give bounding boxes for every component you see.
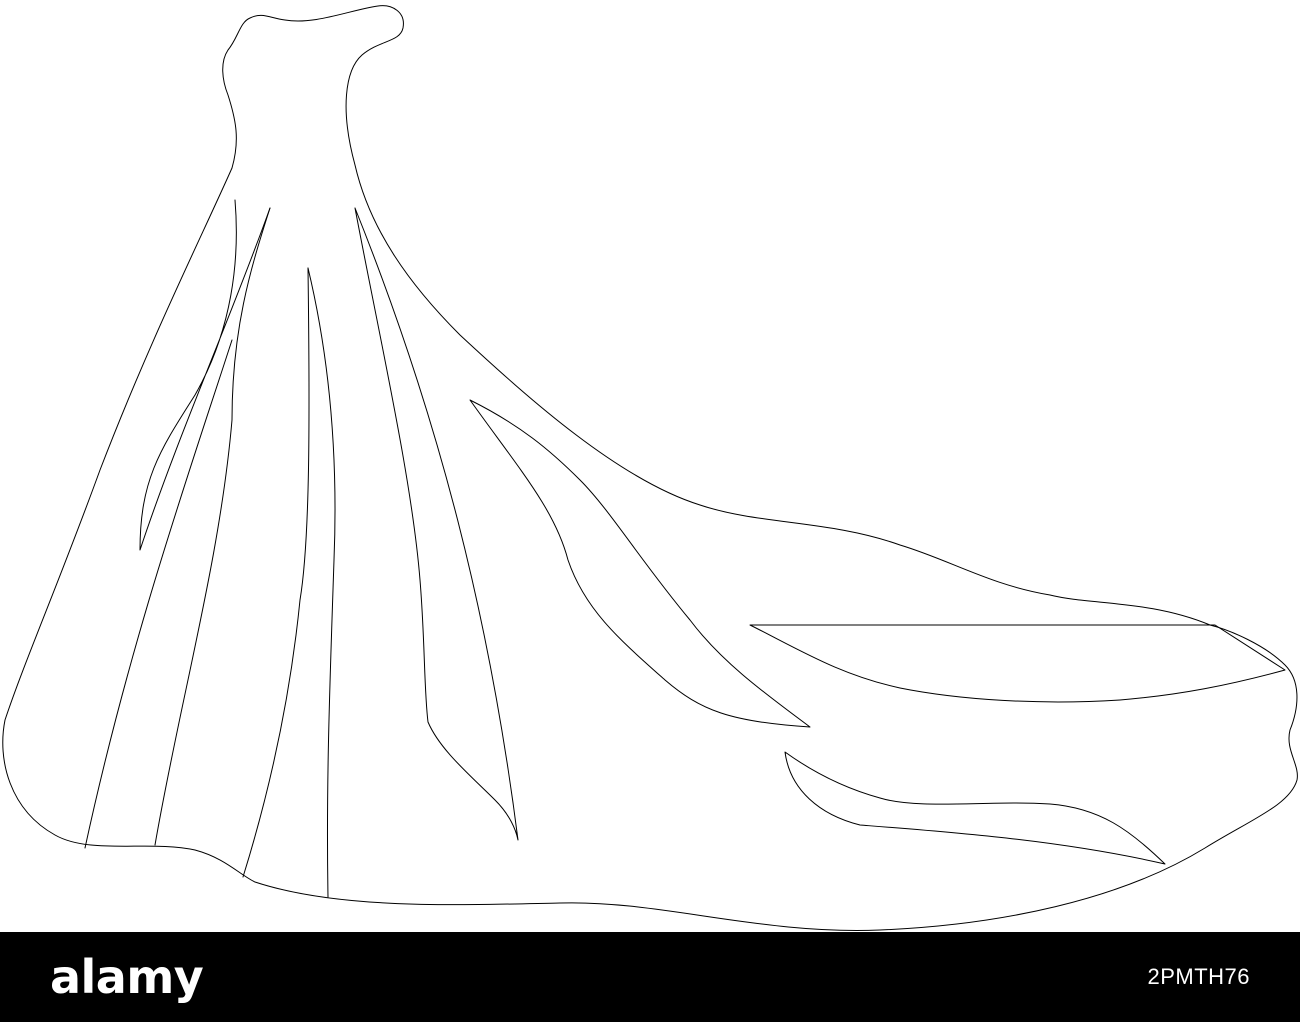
train-fold-lower bbox=[784, 751, 1166, 865]
image-id-label: 2PMTH76 bbox=[1147, 964, 1250, 989]
brand-logo: alamy bbox=[50, 950, 204, 1004]
wedding-dress-line-drawing bbox=[0, 0, 1300, 932]
dress-svg bbox=[2, 5, 1298, 931]
train-fold-middle bbox=[749, 624, 1286, 703]
watermark-banner: alamy 2PMTH76 bbox=[0, 932, 1300, 1022]
dress-fold-left-outer bbox=[139, 199, 271, 551]
dress-fold-center-right bbox=[307, 267, 336, 898]
dress-fold-center-left bbox=[242, 267, 310, 878]
stock-photo-frame: alamy 2PMTH76 bbox=[0, 0, 1300, 1022]
dress-fold-left-long bbox=[154, 207, 271, 846]
dress-fold-right-point bbox=[354, 207, 519, 841]
train-fold-upper bbox=[469, 399, 811, 728]
dress-fold-left-mid bbox=[84, 339, 233, 849]
dress-outline bbox=[2, 5, 1298, 931]
